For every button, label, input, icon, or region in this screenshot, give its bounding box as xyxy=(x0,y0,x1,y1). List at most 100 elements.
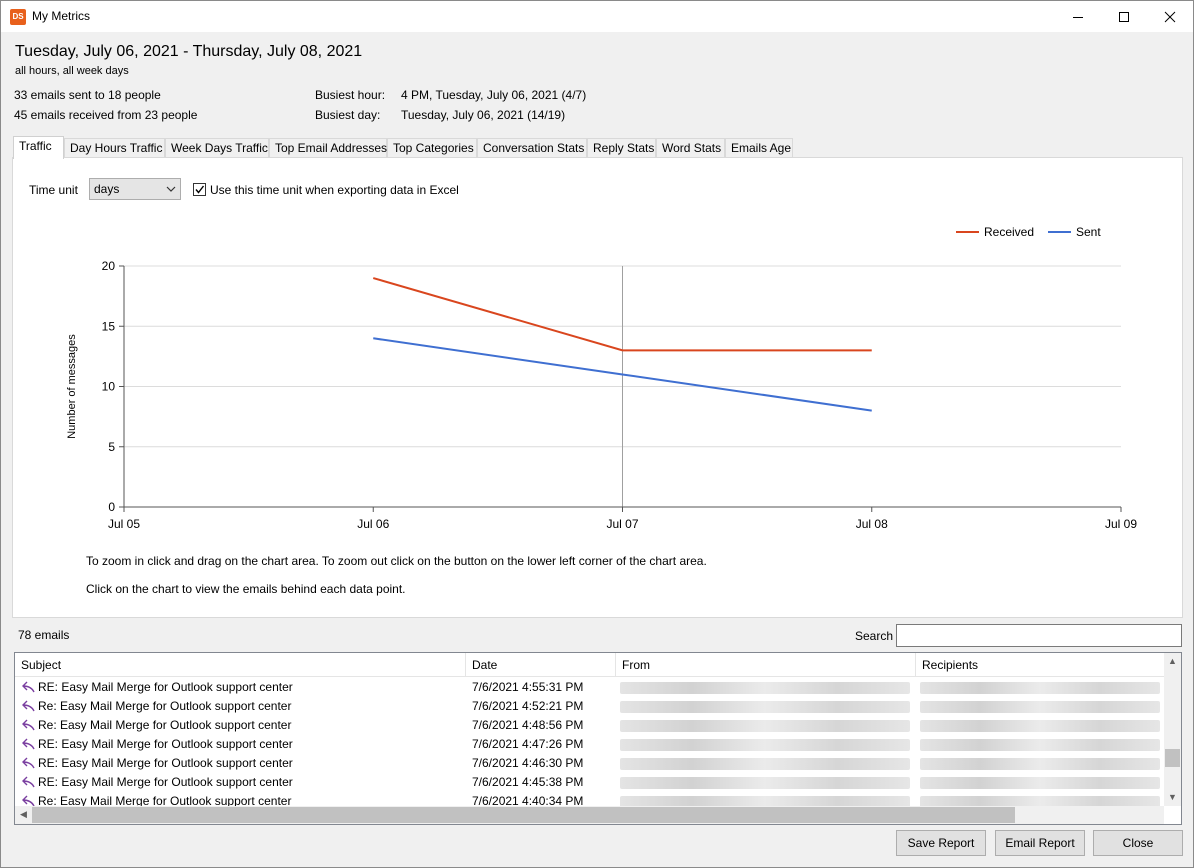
redacted-recipients xyxy=(920,720,1160,732)
close-button[interactable]: Close xyxy=(1093,830,1183,856)
x-tick-label: Jul 05 xyxy=(108,517,140,531)
my-metrics-window: DS My Metrics Tuesday, July 06, 2021 - T… xyxy=(0,0,1194,868)
search-label: Search xyxy=(855,629,894,643)
click-hint: Click on the chart to view the emails be… xyxy=(86,582,406,596)
email-subject: RE: Easy Mail Merge for Outlook support … xyxy=(38,775,293,789)
minimize-button[interactable] xyxy=(1055,1,1101,32)
x-tick-label: Jul 06 xyxy=(357,517,389,531)
email-subject: Re: Easy Mail Merge for Outlook support … xyxy=(38,699,292,713)
redacted-sender xyxy=(620,796,910,806)
redacted-sender xyxy=(620,682,910,694)
maximize-icon xyxy=(1119,11,1129,22)
email-subject: Re: Easy Mail Merge for Outlook support … xyxy=(38,794,292,806)
email-subject: Re: Easy Mail Merge for Outlook support … xyxy=(38,718,292,732)
redacted-sender xyxy=(620,758,910,770)
y-axis-label: Number of messages xyxy=(66,334,78,439)
busiest-hour-value: 4 PM, Tuesday, July 06, 2021 (4/7) xyxy=(401,88,587,102)
table-row[interactable]: Re: Easy Mail Merge for Outlook support … xyxy=(15,697,1164,716)
tab-top-categories[interactable]: Top Categories xyxy=(387,138,477,158)
busiest-hour-label: Busiest hour: xyxy=(315,88,386,102)
legend-label-received: Received xyxy=(984,225,1034,239)
redacted-recipients xyxy=(920,701,1160,713)
redacted-sender xyxy=(620,777,910,789)
column-header-from[interactable]: From xyxy=(616,653,916,677)
email-date: 7/6/2021 4:45:38 PM xyxy=(472,775,584,789)
reply-arrow-icon xyxy=(22,719,35,731)
table-row[interactable]: RE: Easy Mail Merge for Outlook support … xyxy=(15,735,1164,754)
tab-week-days-traffic[interactable]: Week Days Traffic xyxy=(165,138,269,158)
email-report-button[interactable]: Email Report xyxy=(995,830,1085,856)
table-row[interactable]: Re: Easy Mail Merge for Outlook support … xyxy=(15,792,1164,806)
table-header: Subject Date From Recipients xyxy=(15,653,1164,677)
redacted-recipients xyxy=(920,777,1160,789)
table-row[interactable]: Re: Easy Mail Merge for Outlook support … xyxy=(15,716,1164,735)
tab-traffic[interactable]: Traffic xyxy=(13,136,64,159)
tab-day-hours-traffic[interactable]: Day Hours Traffic xyxy=(64,138,165,158)
title-bar[interactable]: DS My Metrics xyxy=(1,1,1193,32)
traffic-panel: Time unit days Use this time unit when e… xyxy=(12,157,1183,618)
reply-arrow-icon xyxy=(22,681,35,693)
table-row[interactable]: RE: Easy Mail Merge for Outlook support … xyxy=(15,773,1164,792)
table-body: RE: Easy Mail Merge for Outlook support … xyxy=(15,678,1164,806)
maximize-button[interactable] xyxy=(1101,1,1147,32)
redacted-sender xyxy=(620,739,910,751)
x-tick-label: Jul 09 xyxy=(1105,517,1137,531)
scroll-up-icon[interactable]: ▲ xyxy=(1164,653,1181,670)
horizontal-scrollbar[interactable]: ◀ xyxy=(15,806,1164,824)
email-date: 7/6/2021 4:46:30 PM xyxy=(472,756,584,770)
email-subject: RE: Easy Mail Merge for Outlook support … xyxy=(38,737,293,751)
tab-top-email-addresses[interactable]: Top Email Addresses xyxy=(269,138,387,158)
busiest-day-value: Tuesday, July 06, 2021 (14/19) xyxy=(401,108,566,122)
y-tick-label: 20 xyxy=(102,259,116,273)
email-count: 78 emails xyxy=(18,628,70,642)
tab-reply-stats[interactable]: Reply Stats xyxy=(587,138,656,158)
email-subject: RE: Easy Mail Merge for Outlook support … xyxy=(38,756,293,770)
redacted-sender xyxy=(620,720,910,732)
zoom-hint: To zoom in click and drag on the chart a… xyxy=(86,554,707,568)
email-date: 7/6/2021 4:48:56 PM xyxy=(472,718,584,732)
close-window-button[interactable] xyxy=(1147,1,1193,32)
redacted-recipients xyxy=(920,739,1160,751)
table-row[interactable]: RE: Easy Mail Merge for Outlook support … xyxy=(15,678,1164,697)
reply-arrow-icon xyxy=(22,795,35,806)
date-range-title: Tuesday, July 06, 2021 - Thursday, July … xyxy=(15,43,363,60)
email-date: 7/6/2021 4:40:34 PM xyxy=(472,794,584,806)
column-header-recipients[interactable]: Recipients xyxy=(916,653,1164,677)
x-tick-label: Jul 08 xyxy=(856,517,888,531)
app-logo-icon: DS xyxy=(10,9,26,25)
busiest-day-label: Busiest day: xyxy=(315,108,381,122)
reply-arrow-icon xyxy=(22,738,35,750)
email-subject: RE: Easy Mail Merge for Outlook support … xyxy=(38,680,293,694)
minimize-icon xyxy=(1073,16,1083,18)
vertical-scroll-thumb[interactable] xyxy=(1165,749,1180,767)
redacted-recipients xyxy=(920,796,1160,806)
column-header-subject[interactable]: Subject xyxy=(15,653,466,677)
vertical-scrollbar[interactable]: ▲ ▼ xyxy=(1164,653,1181,806)
table-row[interactable]: RE: Easy Mail Merge for Outlook support … xyxy=(15,754,1164,773)
y-tick-label: 0 xyxy=(108,500,115,514)
email-date: 7/6/2021 4:55:31 PM xyxy=(472,680,584,694)
tab-emails-age[interactable]: Emails Age xyxy=(725,138,793,158)
redacted-recipients xyxy=(920,758,1160,770)
reply-arrow-icon xyxy=(22,757,35,769)
scroll-down-icon[interactable]: ▼ xyxy=(1164,789,1181,806)
email-date: 7/6/2021 4:47:26 PM xyxy=(472,737,584,751)
traffic-chart[interactable]: 0 5 10 15 20 Jul 05 Jul 06 Jul 07 Jul 08 Jul 09 Nu… xyxy=(13,158,1182,543)
column-header-date[interactable]: Date xyxy=(466,653,616,677)
tab-word-stats[interactable]: Word Stats xyxy=(656,138,725,158)
email-table: Subject Date From Recipients RE: Easy Ma… xyxy=(14,652,1182,825)
email-date: 7/6/2021 4:52:21 PM xyxy=(472,699,584,713)
redacted-recipients xyxy=(920,682,1160,694)
y-tick-label: 15 xyxy=(102,319,116,333)
redacted-sender xyxy=(620,701,910,713)
tab-conversation-stats[interactable]: Conversation Stats xyxy=(477,138,587,158)
filter-description: all hours, all week days xyxy=(15,65,129,77)
y-tick-label: 10 xyxy=(102,380,116,394)
received-summary: 45 emails received from 23 people xyxy=(14,108,198,122)
save-report-button[interactable]: Save Report xyxy=(896,830,986,856)
search-input[interactable] xyxy=(896,624,1182,647)
horizontal-scroll-thumb[interactable] xyxy=(32,807,1015,823)
scroll-left-icon[interactable]: ◀ xyxy=(15,806,32,823)
x-tick-label: Jul 07 xyxy=(606,517,638,531)
legend-label-sent: Sent xyxy=(1076,225,1101,239)
